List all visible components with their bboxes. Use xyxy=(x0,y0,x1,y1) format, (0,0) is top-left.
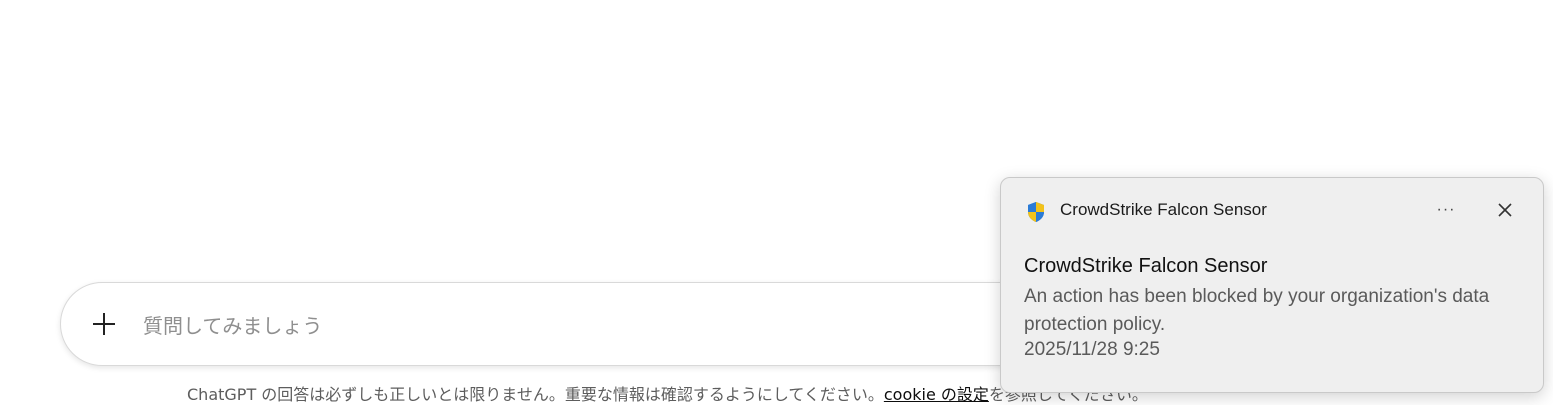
notification-toast[interactable]: CrowdStrike Falcon Sensor ··· CrowdStrik… xyxy=(1000,177,1544,393)
chat-input[interactable] xyxy=(141,305,1045,347)
disclaimer-text: ChatGPT の回答は必ずしも正しいとは限りません。重要な情報は確認するように… xyxy=(187,385,884,404)
cookie-settings-link[interactable]: cookie の設定 xyxy=(884,385,989,404)
page: ChatGPT の回答は必ずしも正しいとは限りません。重要な情報は確認するように… xyxy=(0,0,1553,405)
close-icon[interactable] xyxy=(1491,196,1519,224)
add-attachment-button[interactable] xyxy=(87,307,121,341)
notification-message: An action has been blocked by your organ… xyxy=(1024,286,1490,335)
more-options-button[interactable]: ··· xyxy=(1431,196,1461,224)
notification-title: CrowdStrike Falcon Sensor xyxy=(1024,255,1268,277)
notification-header: CrowdStrike Falcon Sensor ··· xyxy=(1001,178,1543,242)
notification-timestamp: 2025/11/28 9:25 xyxy=(1024,339,1160,360)
shield-icon xyxy=(1028,202,1044,222)
notification-app-name: CrowdStrike Falcon Sensor xyxy=(1060,200,1267,219)
